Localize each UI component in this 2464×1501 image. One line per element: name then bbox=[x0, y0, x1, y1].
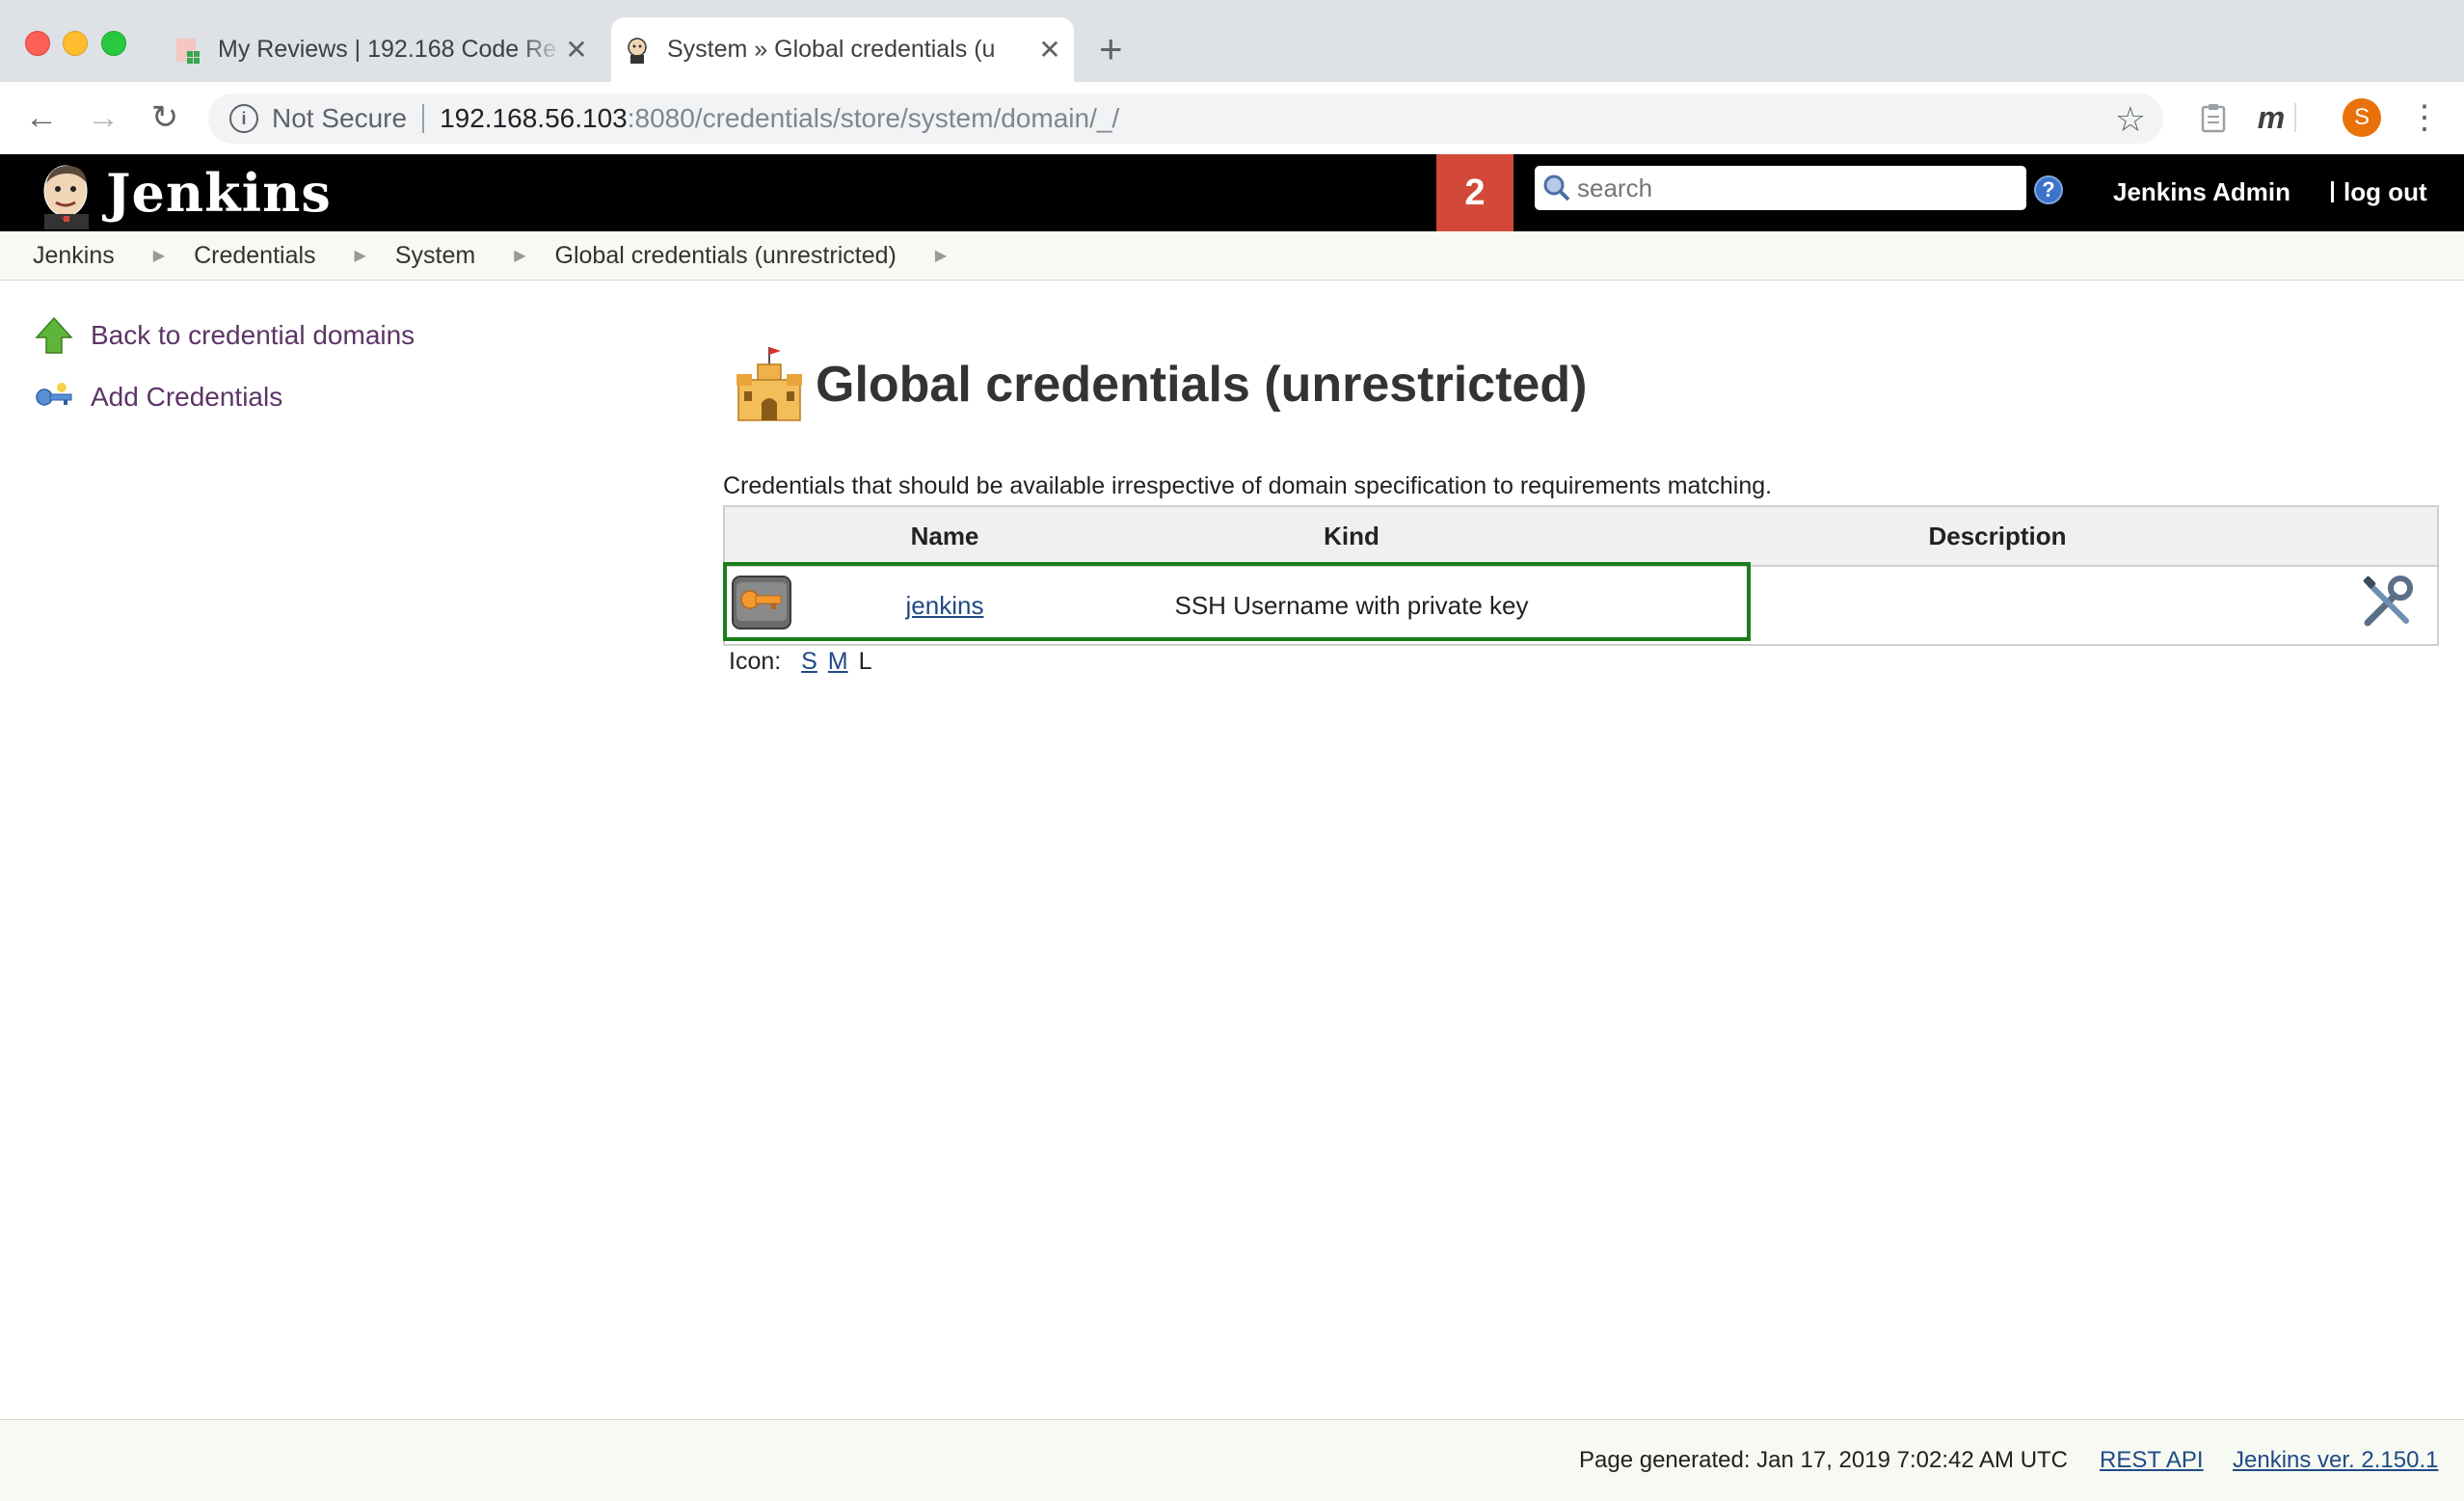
jenkins-version-link[interactable]: Jenkins ver. 2.150.1 bbox=[2233, 1447, 2438, 1474]
browser-tabstrip: My Reviews | 192.168 Code Re ✕ System » … bbox=[0, 0, 2464, 82]
breadcrumb-arrow-icon[interactable]: ▶ bbox=[153, 246, 165, 265]
code-review-favicon-icon bbox=[174, 36, 202, 65]
credential-description-cell bbox=[1656, 566, 2339, 645]
url-host: 192.168.56.103 bbox=[440, 103, 628, 133]
page-title: Global credentials (unrestricted) bbox=[816, 357, 1588, 413]
clipboard-extension-icon[interactable] bbox=[2194, 95, 2233, 140]
jenkins-title[interactable]: Jenkins bbox=[106, 162, 332, 224]
jenkins-header: Jenkins 2 ? Jenkins Admin log out bbox=[0, 154, 2464, 231]
castle-icon bbox=[733, 345, 806, 424]
browser-tab-global-credentials[interactable]: System » Global credentials (u ✕ bbox=[611, 17, 1074, 82]
sidebar-item-label: Back to credential domains bbox=[91, 320, 415, 350]
notification-badge[interactable]: 2 bbox=[1436, 154, 1513, 231]
icon-size-small-link[interactable]: S bbox=[801, 648, 817, 675]
logout-link[interactable]: log out bbox=[2331, 177, 2427, 207]
current-user-link[interactable]: Jenkins Admin bbox=[2113, 177, 2290, 207]
rest-api-link[interactable]: REST API bbox=[2100, 1447, 2204, 1474]
browser-menu-icon[interactable]: ⋮ bbox=[2408, 95, 2441, 140]
column-header-kind[interactable]: Kind bbox=[1047, 506, 1656, 567]
bookmark-star-icon[interactable]: ☆ bbox=[2115, 99, 2146, 140]
search-box[interactable] bbox=[1535, 166, 2026, 210]
icon-size-selector: Icon: S M L bbox=[729, 648, 871, 676]
breadcrumb-jenkins[interactable]: Jenkins bbox=[33, 242, 115, 270]
table-header-row: Name Kind Description bbox=[724, 506, 2438, 567]
breadcrumb-credentials[interactable]: Credentials bbox=[194, 242, 315, 270]
icon-size-large-current: L bbox=[858, 648, 872, 675]
breadcrumb-arrow-icon[interactable]: ▶ bbox=[514, 246, 525, 265]
breadcrumb-arrow-icon[interactable]: ▶ bbox=[355, 246, 366, 265]
sidebar-item-label: Add Credentials bbox=[91, 382, 283, 412]
reload-icon[interactable]: ↻ bbox=[143, 95, 187, 140]
tab-title: System » Global credentials (u bbox=[667, 36, 996, 63]
info-icon[interactable]: i bbox=[229, 104, 258, 133]
icon-column-header bbox=[724, 506, 843, 567]
tab-title: My Reviews | 192.168 Code Re bbox=[218, 36, 557, 63]
actions-column-header bbox=[2339, 506, 2438, 567]
jenkins-butler-logo-icon[interactable] bbox=[35, 162, 98, 229]
credential-name-cell: jenkins bbox=[843, 566, 1047, 645]
new-tab-plus-icon[interactable]: + bbox=[1099, 25, 1123, 73]
add-credentials-link[interactable]: Add Credentials bbox=[35, 378, 282, 416]
up-arrow-icon bbox=[35, 316, 73, 355]
breadcrumb-arrow-icon[interactable]: ▶ bbox=[935, 246, 947, 265]
table-row: jenkins SSH Username with private key bbox=[724, 566, 2438, 645]
credential-name-link[interactable]: jenkins bbox=[906, 591, 984, 620]
avatar: S bbox=[2343, 98, 2381, 137]
credential-kind-cell: SSH Username with private key bbox=[1174, 590, 1529, 620]
credential-type-cell bbox=[724, 566, 843, 645]
page-footer: Page generated: Jan 17, 2019 7:02:42 AM … bbox=[0, 1419, 2464, 1501]
divider bbox=[422, 104, 425, 133]
credential-actions-cell bbox=[2339, 566, 2438, 645]
search-icon bbox=[1542, 174, 1571, 202]
window-zoom-button[interactable] bbox=[101, 31, 126, 56]
close-icon[interactable]: ✕ bbox=[562, 34, 591, 66]
logout-label: log out bbox=[2343, 177, 2427, 206]
page-generated-timestamp: Page generated: Jan 17, 2019 7:02:42 AM … bbox=[1579, 1447, 2069, 1473]
window-close-button[interactable] bbox=[25, 31, 50, 56]
credentials-table: Name Kind Description jenkins SSH Userna… bbox=[723, 505, 2439, 646]
page-description: Credentials that should be available irr… bbox=[723, 472, 1773, 499]
breadcrumb-system[interactable]: System bbox=[395, 242, 475, 270]
m-extension-icon[interactable]: m bbox=[2252, 95, 2290, 140]
security-label: Not Secure bbox=[272, 103, 408, 133]
breadcrumb-global-credentials[interactable]: Global credentials (unrestricted) bbox=[555, 242, 897, 270]
help-icon[interactable]: ? bbox=[2034, 175, 2063, 204]
configure-tools-icon[interactable] bbox=[2360, 575, 2416, 637]
browser-tab-my-reviews[interactable]: My Reviews | 192.168 Code Re ✕ bbox=[162, 17, 601, 82]
toolbar-divider bbox=[2290, 95, 2300, 140]
page-heading: Global credentials (unrestricted) bbox=[733, 345, 1587, 424]
back-to-credential-domains-link[interactable]: Back to credential domains bbox=[35, 316, 415, 355]
window-minimize-button[interactable] bbox=[63, 31, 88, 56]
column-header-description[interactable]: Description bbox=[1656, 506, 2339, 567]
forward-arrow-icon[interactable]: → bbox=[81, 95, 125, 140]
breadcrumb: Jenkins ▶ Credentials ▶ System ▶ Global … bbox=[0, 231, 2464, 281]
address-bar[interactable]: i Not Secure 192.168.56.103:8080/credent… bbox=[208, 94, 2163, 144]
back-arrow-icon[interactable]: ← bbox=[19, 95, 64, 140]
jenkins-favicon-icon bbox=[623, 36, 652, 65]
close-icon[interactable]: ✕ bbox=[1035, 34, 1064, 66]
icon-size-label: Icon: bbox=[729, 648, 782, 675]
key-icon bbox=[35, 378, 73, 416]
icon-size-medium-link[interactable]: M bbox=[828, 648, 848, 675]
column-header-name[interactable]: Name bbox=[843, 506, 1047, 567]
search-input[interactable] bbox=[1575, 172, 2003, 204]
divider bbox=[2331, 181, 2334, 202]
ssh-key-icon bbox=[731, 575, 792, 637]
browser-toolbar: ← → ↻ i Not Secure 192.168.56.103:8080/c… bbox=[0, 82, 2464, 155]
url-path: :8080/credentials/store/system/domain/_/ bbox=[627, 103, 1120, 133]
profile-avatar[interactable]: S bbox=[2343, 95, 2381, 140]
